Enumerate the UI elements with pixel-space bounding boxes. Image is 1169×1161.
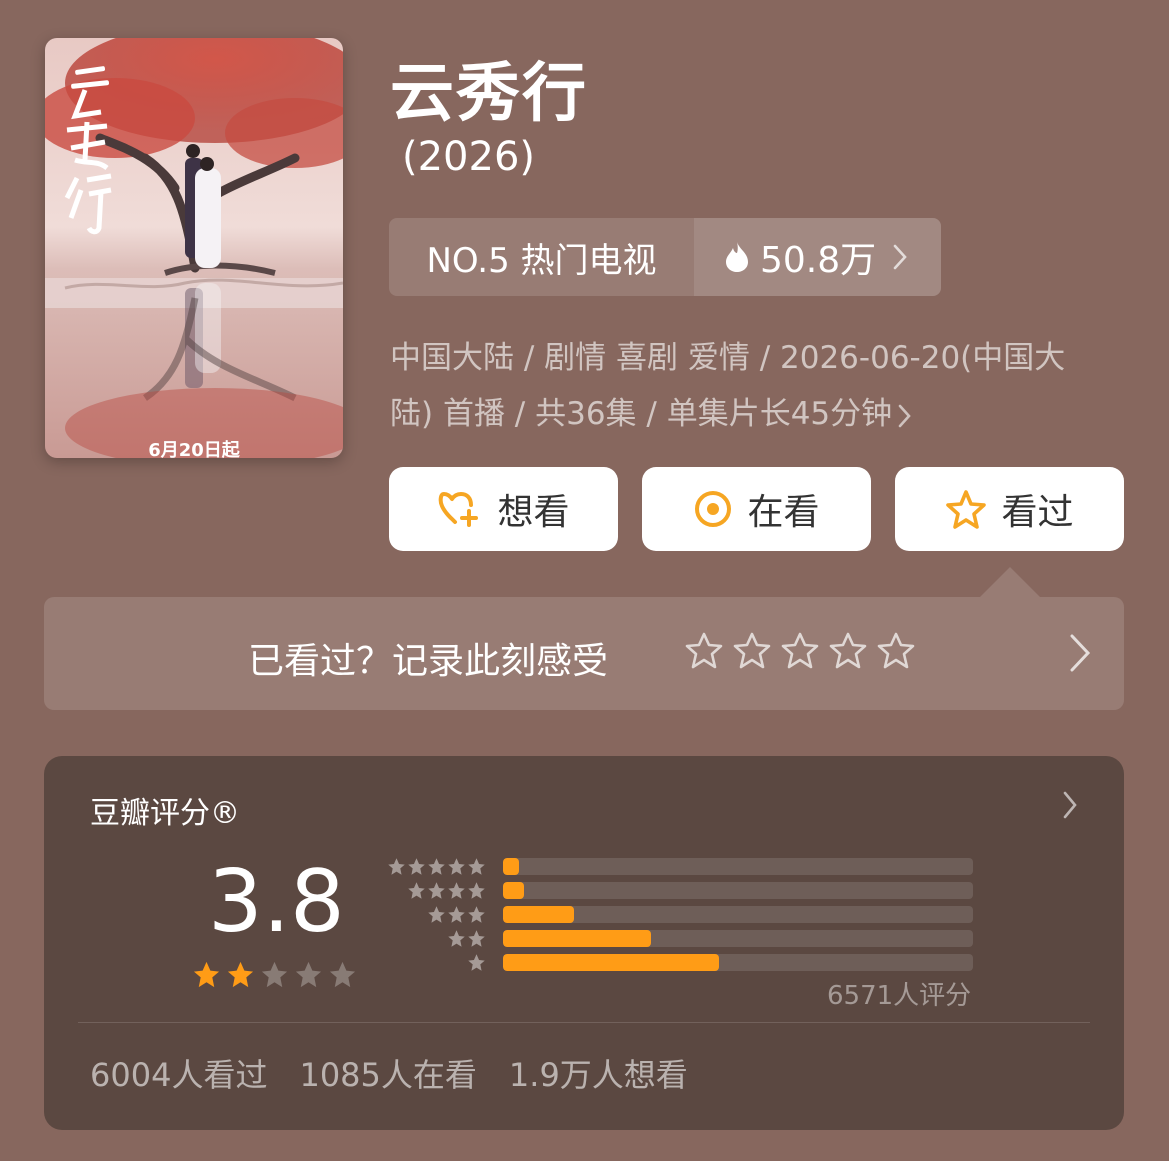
histogram-star-label [467, 953, 486, 972]
histogram-track [503, 930, 973, 947]
page-title: 云秀行 [390, 57, 588, 131]
star-empty-icon [261, 961, 288, 988]
star-small-icon [428, 858, 445, 875]
histogram-row-5-star [380, 857, 980, 877]
star-empty-icon [295, 961, 322, 988]
star-outline-icon[interactable] [828, 631, 868, 671]
ranking-pill[interactable]: NO.5 热门电视 50.8万 [389, 218, 941, 296]
star-small-icon [408, 882, 425, 899]
star-small-icon [448, 906, 465, 923]
watched-button[interactable]: 看过 [895, 467, 1124, 551]
want-to-watch-button[interactable]: 想看 [389, 467, 618, 551]
chevron-right-icon [893, 244, 907, 270]
watched-count: 6004人看过 [90, 1056, 268, 1094]
histogram-star-label [407, 881, 486, 900]
rating-label: 豆瓣评分® [90, 796, 240, 831]
heat-value: 50.8万 [760, 240, 877, 281]
heart-plus-icon [439, 492, 479, 527]
star-small-icon [448, 858, 465, 875]
histogram-row-2-star [380, 929, 980, 949]
divider [78, 1022, 1090, 1023]
rating-count: 6571人评分 [827, 981, 972, 1011]
target-icon [695, 491, 732, 527]
histogram-bar [503, 906, 574, 923]
histogram-star-label [447, 929, 486, 948]
star-small-icon [428, 882, 445, 899]
histogram-bar [503, 858, 520, 875]
histogram-row-3-star [380, 905, 980, 925]
star-small-icon [468, 954, 485, 971]
star-small-icon [468, 858, 485, 875]
rating-score: 3.8 [208, 852, 345, 952]
histogram-bar [503, 882, 525, 899]
star-small-icon [468, 882, 485, 899]
star-small-icon [468, 906, 485, 923]
poster-date-text: 6月20日起 [148, 439, 241, 458]
histogram-track [503, 858, 973, 875]
watch-stats: 6004人看过 1085人在看 1.9万人想看 [90, 1050, 688, 1096]
star-filled-icon [193, 961, 220, 988]
wish-count: 1.9万人想看 [508, 1056, 688, 1094]
star-small-icon [468, 930, 485, 947]
want-to-watch-label: 想看 [497, 492, 570, 533]
meta-line-2: 陆) 首播 / 共36集 / 单集片长45分钟 [390, 396, 893, 432]
star-filled-icon [227, 961, 254, 988]
star-small-icon [448, 882, 465, 899]
histogram-row-1-star [380, 953, 980, 973]
star-outline-icon[interactable] [876, 631, 916, 671]
histogram-bar [503, 954, 720, 971]
flame-icon [726, 242, 748, 272]
score-stars [192, 960, 357, 989]
star-outline-icon[interactable] [732, 631, 772, 671]
histogram-star-label [387, 857, 486, 876]
histogram-bar [503, 930, 652, 947]
chevron-right-icon[interactable] [1062, 790, 1078, 820]
star-small-icon [388, 858, 405, 875]
star-outline-icon[interactable] [684, 631, 724, 671]
star-small-icon [448, 930, 465, 947]
chevron-right-icon[interactable] [1068, 632, 1092, 674]
watching-button[interactable]: 在看 [642, 467, 871, 551]
record-bar-caret [980, 567, 1040, 597]
histogram-track [503, 954, 973, 971]
watched-label: 看过 [1001, 492, 1074, 533]
star-small-icon [408, 858, 425, 875]
meta-line-1: 中国大陆 / 剧情 喜剧 爱情 / 2026-06-20(中国大 [390, 340, 1066, 376]
chevron-right-icon [898, 404, 911, 427]
star-empty-icon [329, 961, 356, 988]
poster-image[interactable]: 6月20日起 [45, 38, 343, 458]
show-meta-info[interactable]: 中国大陆 / 剧情 喜剧 爱情 / 2026-06-20(中国大 陆) 首播 /… [390, 330, 1130, 442]
star-small-icon [428, 906, 445, 923]
histogram-track [503, 882, 973, 899]
heat-section[interactable]: 50.8万 [694, 218, 941, 296]
star-outline-icon [946, 490, 987, 529]
release-year: (2026) [402, 134, 536, 180]
histogram-row-4-star [380, 881, 980, 901]
star-outline-icon[interactable] [780, 631, 820, 671]
watching-count: 1085人在看 [299, 1056, 477, 1094]
histogram-star-label [427, 905, 486, 924]
record-star-rating[interactable] [684, 631, 916, 671]
rank-label: NO.5 热门电视 [426, 240, 657, 281]
histogram-track [503, 906, 973, 923]
watching-label: 在看 [747, 492, 820, 533]
record-prompt: 已看过？记录此刻感受 [248, 641, 609, 682]
